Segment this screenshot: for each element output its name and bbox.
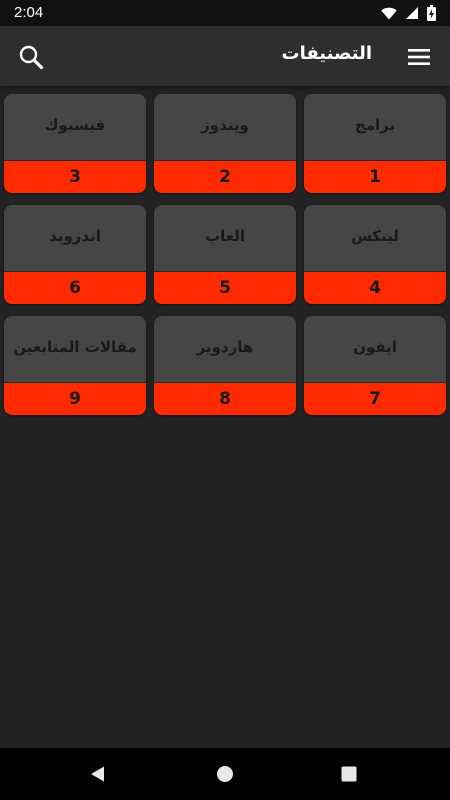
category-number: 7 [369,389,381,409]
recents-button[interactable] [337,762,361,786]
wifi-icon [381,7,397,19]
category-card-top: هاردوير [154,316,296,382]
category-label: اندرويد [49,227,101,245]
category-number: 8 [219,389,231,409]
category-card-bottom: 7 [304,383,446,415]
category-card-top: ايفون [304,316,446,382]
category-card[interactable]: اندرويد 6 [4,205,146,304]
category-card-top: فيسبوك [4,94,146,160]
category-number: 1 [369,167,381,187]
home-button[interactable] [213,762,237,786]
category-card[interactable]: العاب 5 [154,205,296,304]
signal-icon [406,7,418,19]
recents-icon [341,766,357,782]
category-label: برامج [354,116,396,134]
category-label: مقالات المتابعين [13,338,137,356]
navigation-bar [0,748,450,800]
category-card[interactable]: فيسبوك 3 [4,94,146,193]
menu-button[interactable] [402,40,436,74]
category-label: ويندوز [201,116,249,134]
search-button[interactable] [14,40,48,74]
app-bar: التصنيفات [0,26,450,86]
category-card-top: برامج [304,94,446,160]
category-card-bottom: 5 [154,272,296,304]
battery-charging-icon [427,5,436,21]
search-icon [19,45,44,70]
category-card-top: ويندوز [154,94,296,160]
category-card-bottom: 4 [304,272,446,304]
back-icon [91,766,104,782]
status-time: 2:04 [14,4,44,21]
menu-icon [408,49,430,65]
category-number: 2 [219,167,231,187]
category-number: 5 [219,278,231,298]
category-card-bottom: 6 [4,272,146,304]
category-label: العاب [205,227,245,245]
back-button[interactable] [86,762,110,786]
category-card[interactable]: لينكس 4 [304,205,446,304]
category-number: 4 [369,278,381,298]
status-bar: 2:04 [0,0,450,26]
category-card[interactable]: ويندوز 2 [154,94,296,193]
home-icon [217,766,233,782]
category-card-bottom: 1 [304,161,446,193]
category-label: هاردوير [196,338,254,356]
category-card-bottom: 9 [4,383,146,415]
category-card-top: العاب [154,205,296,271]
category-number: 9 [69,389,81,409]
category-label: لينكس [351,227,399,245]
category-card-bottom: 8 [154,383,296,415]
category-number: 3 [69,167,81,187]
category-card[interactable]: برامج 1 [304,94,446,193]
category-number: 6 [69,278,81,298]
page-title: التصنيفات [281,43,372,64]
categories-grid: برامج 1 ويندوز 2 فيسبوك 3 لينكس 4 العاب … [4,94,446,415]
status-icons [381,5,436,21]
category-label: فيسبوك [44,116,106,134]
category-card-bottom: 2 [154,161,296,193]
category-card[interactable]: مقالات المتابعين 9 [4,316,146,415]
category-card[interactable]: ايفون 7 [304,316,446,415]
category-card-bottom: 3 [4,161,146,193]
category-card-top: مقالات المتابعين [4,316,146,382]
category-card-top: لينكس [304,205,446,271]
category-card-top: اندرويد [4,205,146,271]
category-card[interactable]: هاردوير 8 [154,316,296,415]
category-label: ايفون [353,338,397,356]
